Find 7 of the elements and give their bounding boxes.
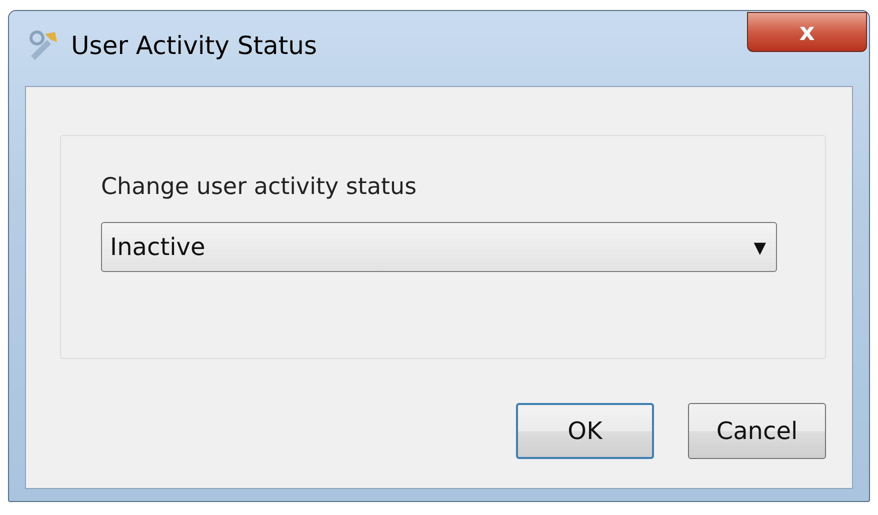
status-dropdown[interactable]: Inactive ▼ <box>101 222 777 272</box>
close-button[interactable]: x <box>747 12 867 52</box>
ok-button[interactable]: OK <box>516 403 654 459</box>
cancel-button[interactable]: Cancel <box>688 403 826 459</box>
caret-icon: ▼ <box>754 238 766 256</box>
status-label: Change user activity status <box>101 174 418 200</box>
window-title: User Activity Status <box>71 31 318 60</box>
